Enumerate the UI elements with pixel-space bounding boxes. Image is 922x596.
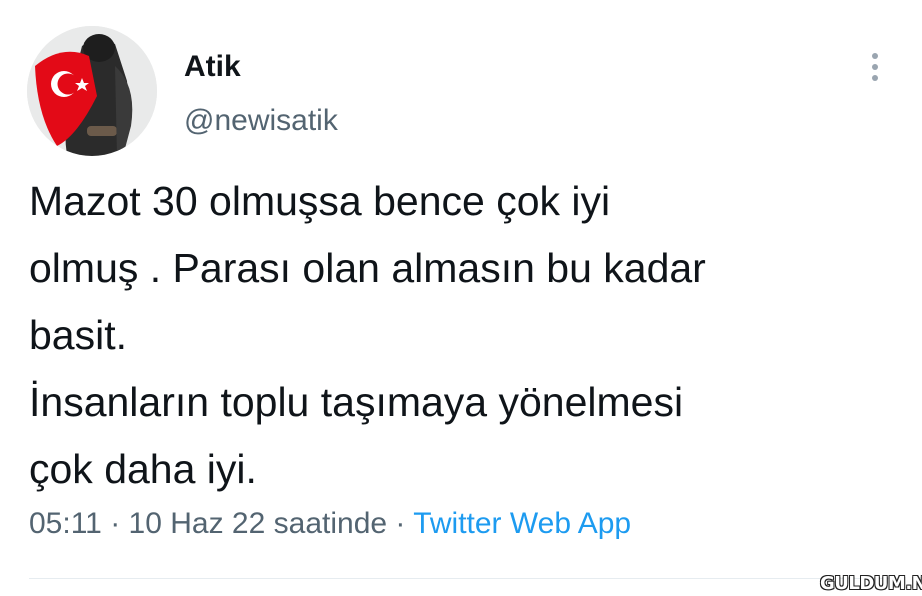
- divider: [29, 578, 893, 579]
- tweet-source-link[interactable]: Twitter Web App: [413, 507, 631, 540]
- more-options-button[interactable]: [862, 48, 888, 86]
- watermark: GULDUM.NET: [820, 573, 922, 594]
- more-vertical-icon: [872, 53, 878, 59]
- more-vertical-icon-dot: [872, 64, 878, 70]
- more-vertical-icon-dot: [872, 75, 878, 81]
- tweet-line: İnsanların toplu taşımaya yönelmesi: [29, 379, 684, 425]
- tweet-text: Mazot 30 olmuşsa bence çok iyi olmuş . P…: [29, 168, 706, 503]
- display-name[interactable]: Atik: [184, 50, 241, 84]
- meta-separator: ·: [110, 507, 121, 540]
- tweet-line: olmuş . Parası olan almasın bu kadar: [29, 245, 706, 291]
- tweet-date[interactable]: 10 Haz 22 saatinde: [129, 507, 388, 540]
- tweet-meta: 05:11 · 10 Haz 22 saatinde · Twitter Web…: [29, 507, 631, 541]
- avatar-image: [27, 26, 157, 156]
- tweet-line: basit.: [29, 312, 127, 358]
- avatar[interactable]: [27, 26, 157, 156]
- tweet-line: Mazot 30 olmuşsa bence çok iyi: [29, 178, 611, 224]
- tweet-time[interactable]: 05:11: [29, 507, 102, 540]
- meta-separator: ·: [395, 507, 406, 540]
- tweet-line: çok daha iyi.: [29, 446, 257, 492]
- user-handle[interactable]: @newisatik: [184, 104, 338, 138]
